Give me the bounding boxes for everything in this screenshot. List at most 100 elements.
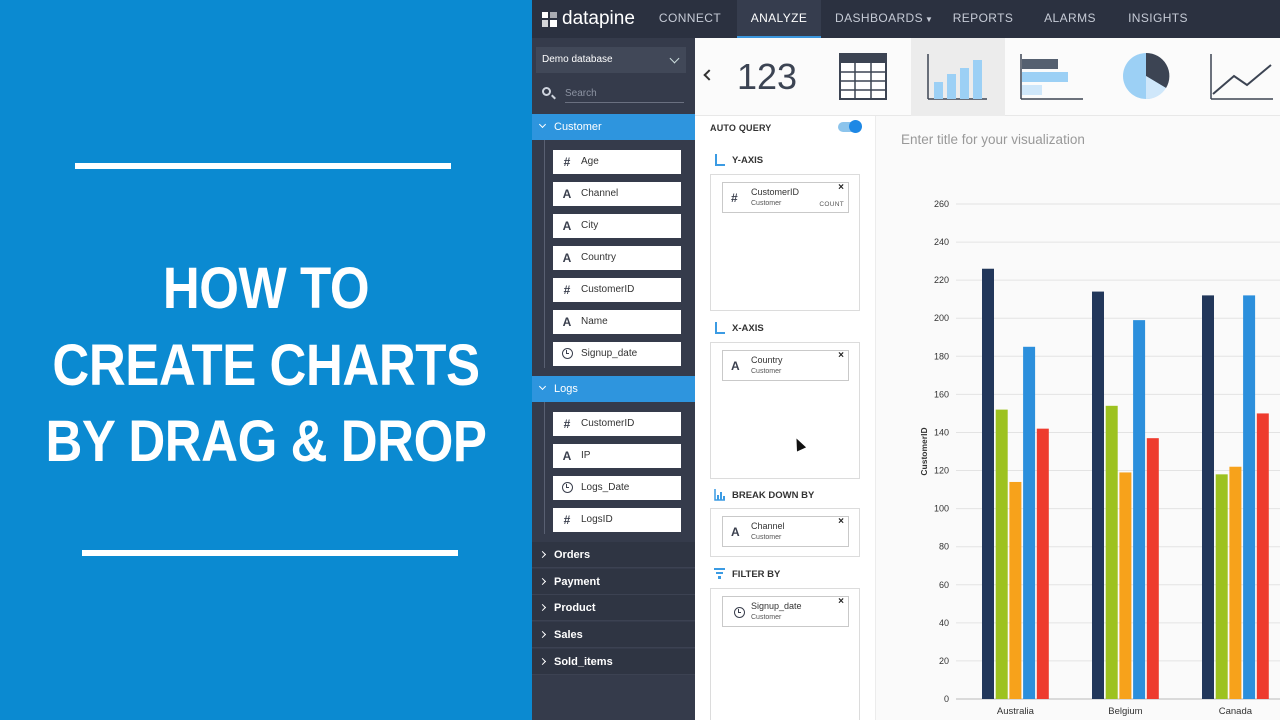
group-customer[interactable]: Customer [532,114,695,140]
y-tick-label: 260 [934,199,949,209]
close-icon[interactable]: × [838,596,844,607]
pill-name: Channel [751,521,785,531]
x-tick-label: Belgium [1108,706,1142,717]
pie-chart-icon[interactable] [1109,38,1189,116]
field-label: Signup_date [581,348,638,359]
data-sidebar: Demo database Customer # Age A Channel A Ci… [532,38,695,720]
field-customer-age[interactable]: # Age [553,150,681,174]
text-type-icon: A [562,315,572,329]
y-tick-label: 200 [934,313,949,323]
table-chart-icon[interactable] [830,38,894,116]
group-sales[interactable]: Sales [532,622,695,648]
y-axis-title: CustomerID [919,427,929,475]
x-tick-label: Australia [997,706,1035,717]
pill-table: Customer [751,534,782,541]
x-axis-icon [715,322,725,334]
field-logs-date[interactable]: Logs_Date [553,476,681,500]
promo-title-line-2: CREATE CHARTS [52,333,480,398]
group-payment[interactable]: Payment [532,569,695,595]
datapine-logo[interactable]: datapine [542,8,635,30]
database-select-value: Demo database [542,54,613,65]
field-customer-country[interactable]: A Country [553,246,681,270]
chevron-right-icon [538,577,547,586]
bar [1243,295,1256,699]
break-down-pill-channel[interactable]: A Channel Customer × [722,516,849,547]
nav-alarms[interactable]: ALARMS [1040,0,1100,38]
bar [1036,428,1049,699]
filter-dropzone[interactable]: Signup_date Customer × [710,588,860,720]
group-label: Product [554,602,596,614]
bar [1256,413,1269,699]
group-label: Logs [554,383,578,395]
field-customer-city[interactable]: A City [553,214,681,238]
y-axis-dropzone[interactable]: # CustomerID Customer COUNT × [710,174,860,311]
y-tick-label: 220 [934,275,949,285]
chevron-down-icon [538,120,547,129]
bar [1146,438,1159,699]
field-logs-logsid[interactable]: # LogsID [553,508,681,532]
pill-name: CustomerID [751,187,800,197]
chevron-down-icon [669,53,680,64]
group-sold-items[interactable]: Sold_items [532,649,695,675]
field-customer-signup-date[interactable]: Signup_date [553,342,681,366]
database-select[interactable]: Demo database [536,47,686,73]
nav-reports[interactable]: REPORTS [950,0,1016,38]
horizontal-bar-chart-icon[interactable] [1011,38,1091,116]
nav-insights[interactable]: INSIGHTS [1124,0,1192,38]
group-orders[interactable]: Orders [532,542,695,568]
close-icon[interactable]: × [838,350,844,361]
field-logs-customerid[interactable]: # CustomerID [553,412,681,436]
close-icon[interactable]: × [838,516,844,527]
chevron-left-icon[interactable] [703,69,715,81]
x-axis-pill-country[interactable]: A Country Customer × [722,350,849,381]
group-logs[interactable]: Logs [532,376,695,402]
x-tick-label: Canada [1219,706,1253,717]
y-tick-label: 60 [939,580,949,590]
bar-chart-icon[interactable] [911,38,1005,116]
field-customer-channel[interactable]: A Channel [553,182,681,206]
field-label: CustomerID [581,284,635,295]
pill-aggregation[interactable]: COUNT [819,201,844,208]
group-product[interactable]: Product [532,595,695,621]
promo-panel: HOW TO CREATE CHARTS BY DRAG & DROP [0,0,532,720]
number-chart-icon[interactable]: 123 [737,38,807,116]
break-down-dropzone[interactable]: A Channel Customer × [710,508,860,557]
clock-icon [562,482,573,493]
line-chart-icon[interactable] [1201,38,1280,116]
bar [1119,472,1132,699]
pie-chart-glyph [1123,52,1170,100]
nav-analyze[interactable]: ANALYZE [737,0,821,38]
bar [1009,481,1022,699]
group-label: Customer [554,121,602,133]
bar-chart-glyph [927,54,987,100]
break-down-icon [714,489,725,501]
y-axis-pill-customerid[interactable]: # CustomerID Customer COUNT × [722,182,849,213]
nav-dashboards[interactable]: DASHBOARDS ▼ [835,0,933,38]
datapine-logo-icon [542,11,557,27]
field-label: LogsID [581,514,613,525]
y-tick-label: 240 [934,237,949,247]
nav-connect[interactable]: CONNECT [650,0,730,38]
top-navigation: datapine CONNECT ANALYZE DASHBOARDS ▼ REP… [532,0,1280,38]
chevron-down-icon [538,382,547,391]
chevron-right-icon [538,630,547,639]
field-label: IP [581,450,591,461]
field-logs-ip[interactable]: A IP [553,444,681,468]
horizontal-bar-chart-glyph [1020,54,1083,100]
clock-icon [562,348,573,359]
pill-table: Customer [751,200,782,207]
auto-query-toggle[interactable] [838,120,862,133]
field-customer-name[interactable]: A Name [553,310,681,334]
field-customer-customerid[interactable]: # CustomerID [553,278,681,302]
search-input[interactable] [565,84,684,103]
numeric-type-icon: # [563,513,571,527]
text-type-icon: A [562,187,572,201]
y-tick-label: 20 [939,656,949,666]
pill-table: Customer [751,614,782,621]
field-label: Channel [581,188,619,199]
nav-dashboards-label: DASHBOARDS [835,11,924,25]
filter-pill-signup-date[interactable]: Signup_date Customer × [722,596,849,627]
x-axis-dropzone[interactable]: A Country Customer × [710,342,860,479]
close-icon[interactable]: × [838,182,844,193]
numeric-type-icon: # [563,155,571,169]
